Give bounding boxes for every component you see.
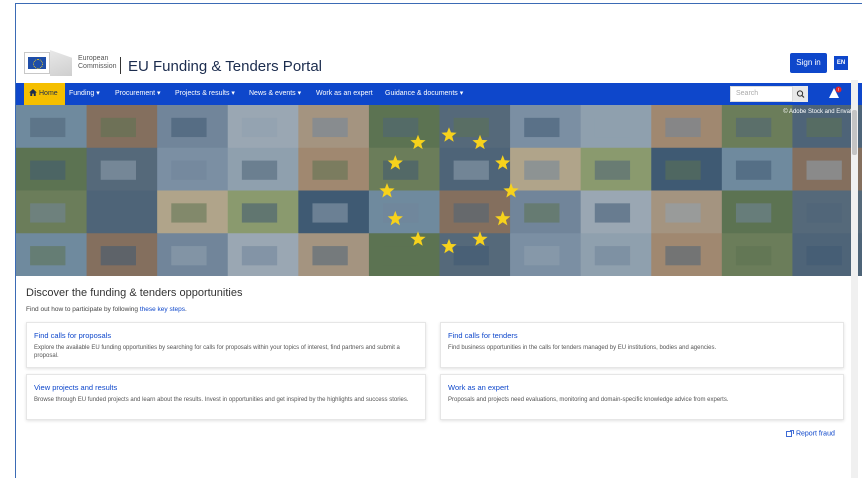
portal-title[interactable]: EU Funding & Tenders Portal [128, 58, 322, 75]
site-header: European Commission EU Funding & Tenders… [16, 48, 862, 84]
notification-alert-icon[interactable]: ! [828, 86, 842, 100]
section-title: Discover the funding & tenders opportuni… [26, 287, 243, 299]
report-fraud-link[interactable]: Report fraud [786, 430, 835, 437]
card-find-calls-tenders[interactable]: Find calls for tenders Find business opp… [440, 322, 844, 368]
search-button[interactable] [793, 86, 808, 102]
card-description: Proposals and projects need evaluations,… [448, 397, 729, 403]
browser-viewport: European Commission EU Funding & Tenders… [15, 3, 862, 478]
sign-in-button[interactable]: Sign in [790, 53, 827, 73]
language-button[interactable]: EN [834, 56, 848, 70]
section-subtitle: Find out how to participate by following… [26, 306, 187, 313]
logo-divider [120, 57, 121, 74]
nav-item-work-expert[interactable]: Work as an expert [316, 83, 373, 105]
logo-swoosh-icon [50, 50, 72, 76]
svg-text:!: ! [838, 87, 839, 92]
nav-item-label: Home [39, 90, 58, 97]
card-title[interactable]: Find calls for proposals [34, 331, 111, 340]
card-title[interactable]: Work as an expert [448, 383, 509, 392]
search-icon [796, 90, 805, 98]
external-link-icon [786, 430, 794, 437]
eu-flag-logo[interactable] [24, 52, 50, 74]
subtitle-suffix: . [185, 306, 187, 313]
nav-item-funding[interactable]: Funding ▾ [69, 83, 100, 105]
key-steps-link[interactable]: these key steps [140, 306, 185, 313]
card-title[interactable]: Find calls for tenders [448, 331, 518, 340]
nav-item-projects-results[interactable]: Projects & results ▾ [175, 83, 235, 105]
eu-flag-icon [28, 57, 46, 69]
hero-banner: © Adobe Stock and Envato [16, 105, 862, 276]
search-input[interactable]: Search [730, 86, 793, 102]
card-description: Browse through EU funded projects and le… [34, 397, 409, 403]
card-work-as-expert[interactable]: Work as an expert Proposals and projects… [440, 374, 844, 420]
scrollbar-thumb[interactable] [852, 110, 857, 155]
card-view-projects[interactable]: View projects and results Browse through… [26, 374, 426, 420]
photo-credit: © Adobe Stock and Envato [783, 109, 855, 115]
report-fraud-label: Report fraud [795, 430, 835, 438]
logo-line-2: Commission [78, 63, 117, 70]
main-nav: Home Funding ▾ Procurement ▾ Projects & … [16, 83, 862, 105]
card-title[interactable]: View projects and results [34, 383, 117, 392]
nav-item-news-events[interactable]: News & events ▾ [249, 83, 301, 105]
nav-item-guidance[interactable]: Guidance & documents ▾ [385, 83, 463, 105]
card-description: Explore the available EU funding opportu… [34, 345, 400, 359]
card-find-calls-proposals[interactable]: Find calls for proposals Explore the ava… [26, 322, 426, 368]
ec-logo-text: European Commission [78, 55, 117, 71]
hero-photo-collage [16, 105, 862, 276]
card-description: Find business opportunities in the calls… [448, 345, 717, 351]
logo-line-1: European [78, 55, 109, 62]
nav-item-procurement[interactable]: Procurement ▾ [115, 83, 161, 105]
home-icon [29, 89, 37, 96]
nav-item-home[interactable]: Home [24, 83, 65, 105]
subtitle-text: Find out how to participate by following [26, 306, 140, 313]
